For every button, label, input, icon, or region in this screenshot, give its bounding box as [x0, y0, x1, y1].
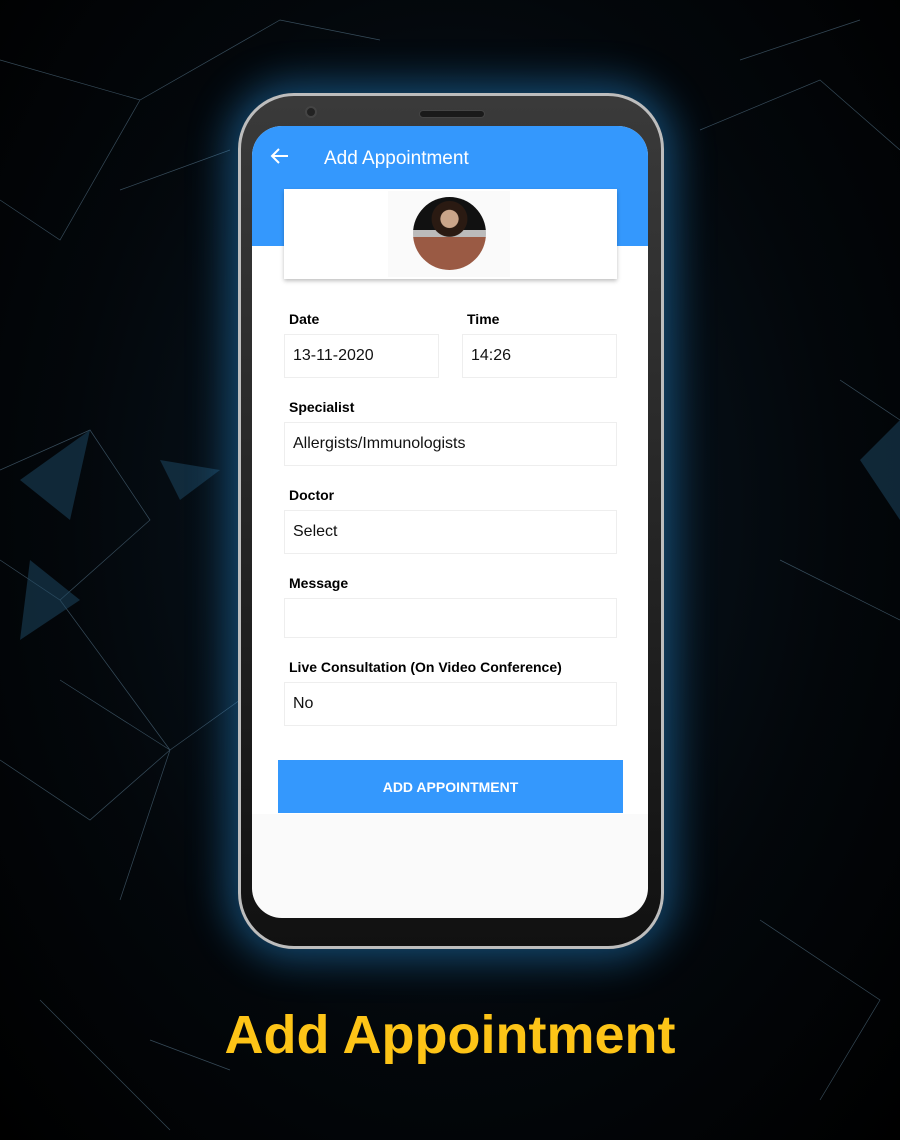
doctor-select[interactable]: Select	[284, 510, 617, 554]
message-label: Message	[289, 575, 349, 591]
date-label: Date	[289, 311, 320, 327]
time-field[interactable]: 14:26	[462, 334, 617, 378]
speaker-grille	[419, 110, 485, 118]
appointment-form: Date 13-11-2020 Time 14:26 Specialist Al…	[252, 246, 648, 814]
date-field[interactable]: 13-11-2020	[284, 334, 439, 378]
time-label: Time	[467, 311, 500, 327]
promo-caption: Add Appointment	[224, 1005, 676, 1065]
profile-photo-container	[388, 191, 510, 277]
live-consultation-label: Live Consultation (On Video Conference)	[289, 659, 562, 675]
doctor-label: Doctor	[289, 487, 335, 503]
add-appointment-button[interactable]: ADD APPOINTMENT	[278, 760, 623, 813]
arrow-left-icon[interactable]	[268, 144, 294, 170]
live-consultation-select[interactable]: No	[284, 682, 617, 726]
avatar[interactable]	[413, 197, 486, 270]
camera-icon	[305, 106, 317, 118]
app-screen: Add Appointment Date 13-11-2020 Time 14:…	[252, 126, 648, 918]
message-input[interactable]	[284, 598, 617, 638]
page-title: Add Appointment	[324, 148, 469, 169]
specialist-select[interactable]: Allergists/Immunologists	[284, 422, 617, 466]
profile-card	[284, 189, 617, 279]
specialist-label: Specialist	[289, 399, 355, 415]
